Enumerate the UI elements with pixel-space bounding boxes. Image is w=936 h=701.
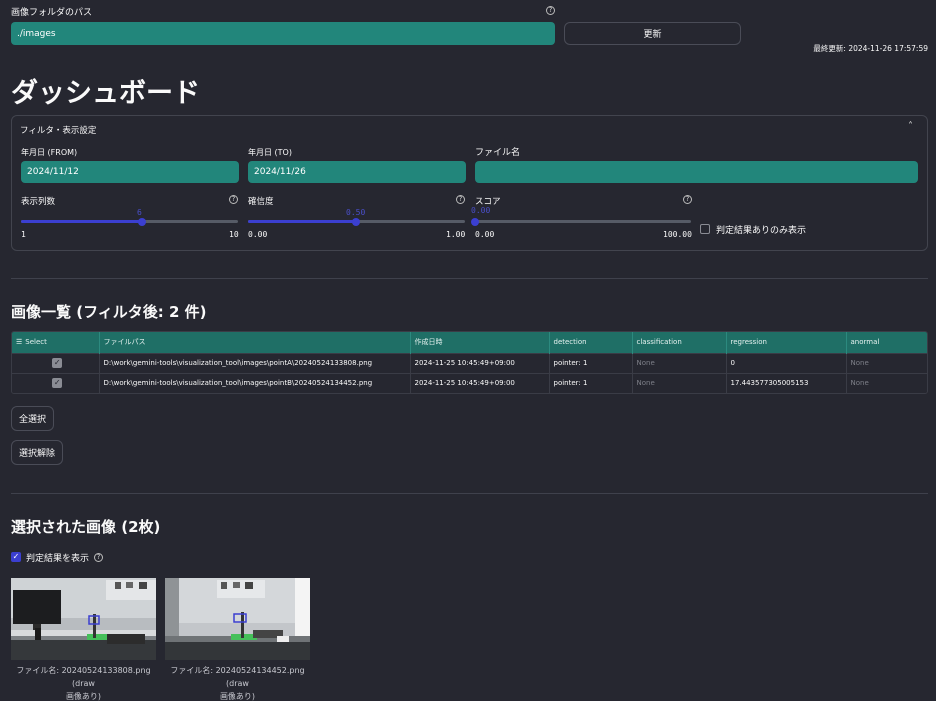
data-table[interactable]: ☰ Select ファイルパス 作成日時 detection classifica… [11, 331, 928, 394]
help-icon[interactable]: ? [683, 195, 692, 204]
show-result-checkbox[interactable]: ✓ [11, 552, 21, 562]
divider [11, 493, 928, 494]
confidence-slider-handle[interactable] [352, 218, 360, 226]
cell-anormal: None [846, 372, 927, 393]
cell-path: D:\work\gemini-tools\visualization_tool\… [99, 372, 411, 393]
list-heading: 画像一覧 (フィルタ後: 2 件) [11, 303, 207, 321]
cell-classification: None [632, 372, 727, 393]
thumbnail-image[interactable] [11, 578, 156, 660]
table-header-row: ☰ Select ファイルパス 作成日時 detection classifica… [12, 332, 927, 353]
page-title: ダッシュボード [11, 78, 200, 109]
columns-slider-label: 表示列数 [21, 197, 56, 207]
date-to-input[interactable]: 2024/11/26 [248, 161, 466, 183]
row-checkbox[interactable]: ✓ [12, 352, 100, 373]
score-slider-max: 100.00 [663, 230, 692, 239]
folder-path-input[interactable]: ./images [11, 22, 555, 45]
table-row[interactable]: ✓ D:\work\gemini-tools\visualization_too… [12, 372, 927, 393]
score-slider-track[interactable] [475, 220, 691, 223]
row-checkbox[interactable]: ✓ [12, 372, 100, 393]
col-select[interactable]: ☰ Select [12, 332, 100, 353]
cell-classification: None [632, 352, 727, 373]
list-icon: ☰ [16, 338, 23, 347]
refresh-button[interactable]: 更新 [564, 22, 741, 45]
date-to-label: 年月日 (TO) [248, 148, 292, 157]
filter-header[interactable]: フィルタ・表示設定 [20, 124, 96, 136]
col-detection[interactable]: detection [549, 332, 633, 353]
filename-label: ファイル名 [475, 148, 521, 158]
folder-label: 画像フォルダのパス [11, 8, 93, 18]
columns-slider-min: 1 [21, 230, 26, 239]
confidence-slider-fill [248, 220, 356, 223]
cell-path: D:\work\gemini-tools\visualization_tool\… [99, 352, 411, 373]
columns-slider-fill [21, 220, 142, 223]
cell-anormal: None [846, 352, 927, 373]
col-created[interactable]: 作成日時 [410, 332, 550, 353]
columns-slider-handle[interactable] [138, 218, 146, 226]
help-icon[interactable]: ? [546, 6, 555, 15]
table-row[interactable]: ✓ D:\work\gemini-tools\visualization_too… [12, 352, 927, 373]
judged-only-label: 判定結果ありのみ表示 [716, 226, 807, 236]
confidence-slider-label: 確信度 [248, 197, 274, 207]
cell-regression: 0 [726, 352, 847, 373]
score-slider-min: 0.00 [475, 230, 495, 239]
judged-only-checkbox[interactable] [700, 224, 710, 234]
col-path[interactable]: ファイルパス [99, 332, 411, 353]
help-icon[interactable]: ? [456, 195, 465, 204]
divider [11, 278, 928, 279]
cell-detection: pointer: 1 [549, 352, 633, 373]
filename-input[interactable] [475, 161, 918, 183]
help-icon[interactable]: ? [94, 553, 103, 562]
thumbnail-image[interactable] [165, 578, 310, 660]
confidence-slider-min: 0.00 [248, 230, 268, 239]
last-updated: 最終更新: 2024-11-26 17:57:59 [813, 44, 928, 53]
col-regression[interactable]: regression [726, 332, 847, 353]
cell-created: 2024-11-25 10:45:49+09:00 [410, 372, 550, 393]
col-classification[interactable]: classification [632, 332, 727, 353]
cell-regression: 17.443577305005153 [726, 372, 847, 393]
select-all-button[interactable]: 全選択 [11, 406, 54, 431]
check-icon: ✓ [52, 378, 63, 389]
confidence-slider-value: 0.50 [346, 208, 366, 217]
deselect-button[interactable]: 選択解除 [11, 440, 63, 465]
chevron-up-icon[interactable]: ˄ [908, 121, 913, 132]
columns-slider-max: 10 [229, 230, 239, 239]
date-from-label: 年月日 (FROM) [21, 148, 78, 157]
score-slider-handle[interactable] [471, 218, 479, 226]
cell-created: 2024-11-25 10:45:49+09:00 [410, 352, 550, 373]
selected-heading: 選択された画像 (2枚) [11, 518, 161, 536]
col-anormal[interactable]: anormal [846, 332, 927, 353]
thumbnail-caption: ファイル名: 20240524134452.png (draw 画像あり) [170, 666, 305, 701]
show-result-label: 判定結果を表示 [26, 554, 90, 564]
columns-slider-value: 6 [137, 208, 142, 217]
cell-detection: pointer: 1 [549, 372, 633, 393]
check-icon: ✓ [52, 358, 63, 368]
thumbnail-caption: ファイル名: 20240524133808.png (draw 画像あり) [16, 666, 151, 701]
confidence-slider-max: 1.00 [446, 230, 466, 239]
score-slider-value: 0.00 [471, 206, 491, 215]
date-from-input[interactable]: 2024/11/12 [21, 161, 239, 183]
help-icon[interactable]: ? [229, 195, 238, 204]
